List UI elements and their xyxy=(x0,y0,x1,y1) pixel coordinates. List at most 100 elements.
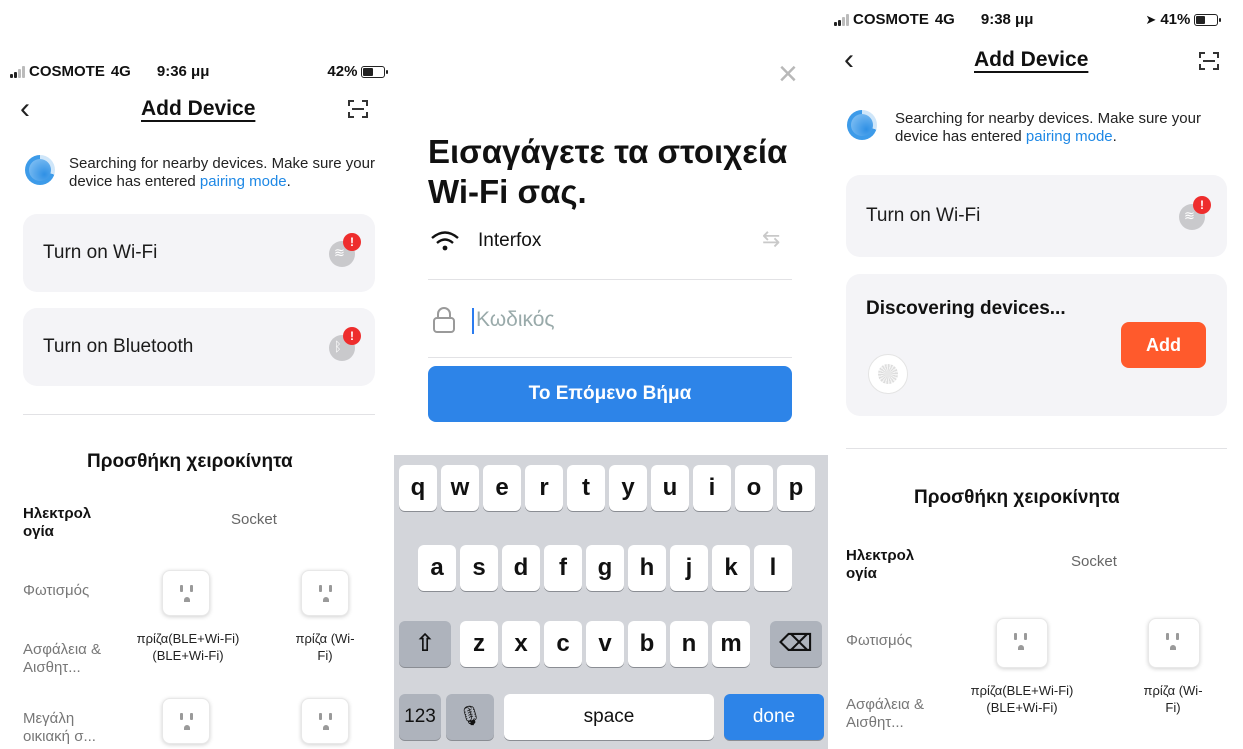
pairing-mode-link[interactable]: pairing mode xyxy=(1026,128,1113,145)
manual-add-title: Προσθήκη χειροκίνητα xyxy=(914,487,1120,508)
divider xyxy=(23,414,375,415)
device-label[interactable]: πρίζα(BLE+Wi-Fi) (BLE+Wi-Fi) xyxy=(954,682,1090,716)
category-electrical[interactable]: Ηλεκτρολ ογία xyxy=(23,505,103,541)
add-button[interactable]: Add xyxy=(1121,322,1206,368)
key-x[interactable]: x xyxy=(502,621,540,667)
device-label[interactable]: πρίζα (Wi-Fi) xyxy=(1138,682,1208,716)
battery-icon xyxy=(1194,13,1222,26)
microphone-icon[interactable]: 🎙 xyxy=(446,694,494,740)
discovered-device-icon[interactable] xyxy=(868,354,908,394)
key-b[interactable]: b xyxy=(628,621,666,667)
discovering-title: Discovering devices... xyxy=(866,298,1066,319)
battery-icon xyxy=(361,65,389,78)
location-icon: ➤ xyxy=(1145,11,1157,27)
socket-icon[interactable] xyxy=(996,618,1048,668)
password-placeholder: Κωδικός xyxy=(472,308,555,334)
text-cursor xyxy=(472,308,474,334)
alert-badge: ! xyxy=(343,233,361,251)
searching-spinner-icon xyxy=(847,110,877,140)
category-security[interactable]: Ασφάλεια & Αισθητ... xyxy=(846,696,936,732)
page-title: Add Device xyxy=(141,97,256,120)
numbers-key[interactable]: 123 xyxy=(399,694,441,740)
key-g[interactable]: g xyxy=(586,545,624,591)
turn-on-bluetooth-label: Turn on Bluetooth xyxy=(43,336,194,357)
category-security[interactable]: Ασφάλεια & Αισθητ... xyxy=(23,641,113,677)
socket-icon[interactable] xyxy=(301,570,349,616)
clock: 9:38 μμ xyxy=(980,11,1034,28)
turn-on-bluetooth-card[interactable]: Turn on Bluetooth ᛒ! xyxy=(23,308,375,386)
search-message: Searching for nearby devices. Make sure … xyxy=(895,110,1201,145)
key-d[interactable]: d xyxy=(502,545,540,591)
key-p[interactable]: p xyxy=(777,465,815,511)
close-icon[interactable]: × xyxy=(778,55,798,94)
divider xyxy=(428,279,792,280)
key-n[interactable]: n xyxy=(670,621,708,667)
shift-key[interactable]: ⇧ xyxy=(399,621,451,667)
socket-icon[interactable] xyxy=(162,698,210,744)
key-w[interactable]: w xyxy=(441,465,479,511)
key-h[interactable]: h xyxy=(628,545,666,591)
socket-icon[interactable] xyxy=(1148,618,1200,668)
key-y[interactable]: y xyxy=(609,465,647,511)
back-icon[interactable]: ‹ xyxy=(20,94,30,124)
key-t[interactable]: t xyxy=(567,465,605,511)
key-j[interactable]: j xyxy=(670,545,708,591)
key-c[interactable]: c xyxy=(544,621,582,667)
search-message: Searching for nearby devices. Make sure … xyxy=(69,155,375,190)
device-label[interactable]: πρίζα(BLE+Wi-Fi) (BLE+Wi-Fi) xyxy=(128,630,248,664)
category-electrical[interactable]: Ηλεκτρολ ογία xyxy=(846,547,926,583)
key-f[interactable]: f xyxy=(544,545,582,591)
carrier-label: COSMOTE xyxy=(853,11,929,28)
scan-icon[interactable] xyxy=(347,98,369,120)
key-m[interactable]: m xyxy=(712,621,750,667)
key-l[interactable]: l xyxy=(754,545,792,591)
discovering-devices-card: Discovering devices... Add xyxy=(846,274,1227,416)
wifi-credentials-screen: × Εισαγάγετε τα στοιχεία Wi-Fi σας. Inte… xyxy=(394,0,828,749)
password-field[interactable]: Κωδικός xyxy=(432,303,792,337)
key-a[interactable]: a xyxy=(418,545,456,591)
socket-icon[interactable] xyxy=(162,570,210,616)
backspace-key[interactable]: ⌫ xyxy=(770,621,822,667)
done-key[interactable]: done xyxy=(724,694,824,740)
back-icon[interactable]: ‹ xyxy=(844,45,854,75)
switch-network-icon[interactable]: ⇆ xyxy=(762,226,780,252)
page-title: Add Device xyxy=(974,48,1089,71)
alert-badge: ! xyxy=(1193,196,1211,214)
device-label[interactable]: πρίζα (Wi-Fi) xyxy=(290,630,360,664)
alert-badge: ! xyxy=(343,327,361,345)
signal-icon xyxy=(10,65,25,78)
pairing-mode-link[interactable]: pairing mode xyxy=(200,173,287,190)
key-u[interactable]: u xyxy=(651,465,689,511)
carrier-label: COSMOTE xyxy=(29,63,105,80)
divider xyxy=(428,357,792,358)
lock-icon xyxy=(433,307,455,333)
add-device-screen-2: COSMOTE 4G 9:38 μμ ➤ 41% ‹ Add Device Se… xyxy=(828,0,1243,749)
key-e[interactable]: e xyxy=(483,465,521,511)
scan-icon[interactable] xyxy=(1198,50,1220,72)
space-key[interactable]: space xyxy=(504,694,714,740)
wifi-ssid-field[interactable]: Interfox xyxy=(430,224,790,258)
key-v[interactable]: v xyxy=(586,621,624,667)
wifi-ssid: Interfox xyxy=(478,230,542,251)
status-bar: COSMOTE 4G 9:38 μμ ➤ 41% xyxy=(834,11,1222,28)
turn-on-wifi-card[interactable]: Turn on Wi-Fi ≋! xyxy=(846,175,1227,257)
searching-spinner-icon xyxy=(25,155,55,185)
key-s[interactable]: s xyxy=(460,545,498,591)
keyboard: q w e r t y u i o p a s d f g h j k l ⇧ … xyxy=(394,455,828,749)
key-z[interactable]: z xyxy=(460,621,498,667)
category-lighting[interactable]: Φωτισμός xyxy=(846,632,936,650)
key-i[interactable]: i xyxy=(693,465,731,511)
category-lighting[interactable]: Φωτισμός xyxy=(23,582,113,600)
socket-header: Socket xyxy=(1071,553,1117,570)
category-large-appliance[interactable]: Μεγάλη οικιακή σ... xyxy=(23,710,113,746)
turn-on-wifi-card[interactable]: Turn on Wi-Fi ≋! xyxy=(23,214,375,292)
socket-icon[interactable] xyxy=(301,698,349,744)
key-q[interactable]: q xyxy=(399,465,437,511)
next-step-button[interactable]: Το Επόμενο Βήμα xyxy=(428,366,792,422)
key-o[interactable]: o xyxy=(735,465,773,511)
key-r[interactable]: r xyxy=(525,465,563,511)
key-k[interactable]: k xyxy=(712,545,750,591)
wifi-icon xyxy=(431,231,459,251)
turn-on-wifi-label: Turn on Wi-Fi xyxy=(866,205,981,226)
wifi-title: Εισαγάγετε τα στοιχεία Wi-Fi σας. xyxy=(428,133,788,210)
